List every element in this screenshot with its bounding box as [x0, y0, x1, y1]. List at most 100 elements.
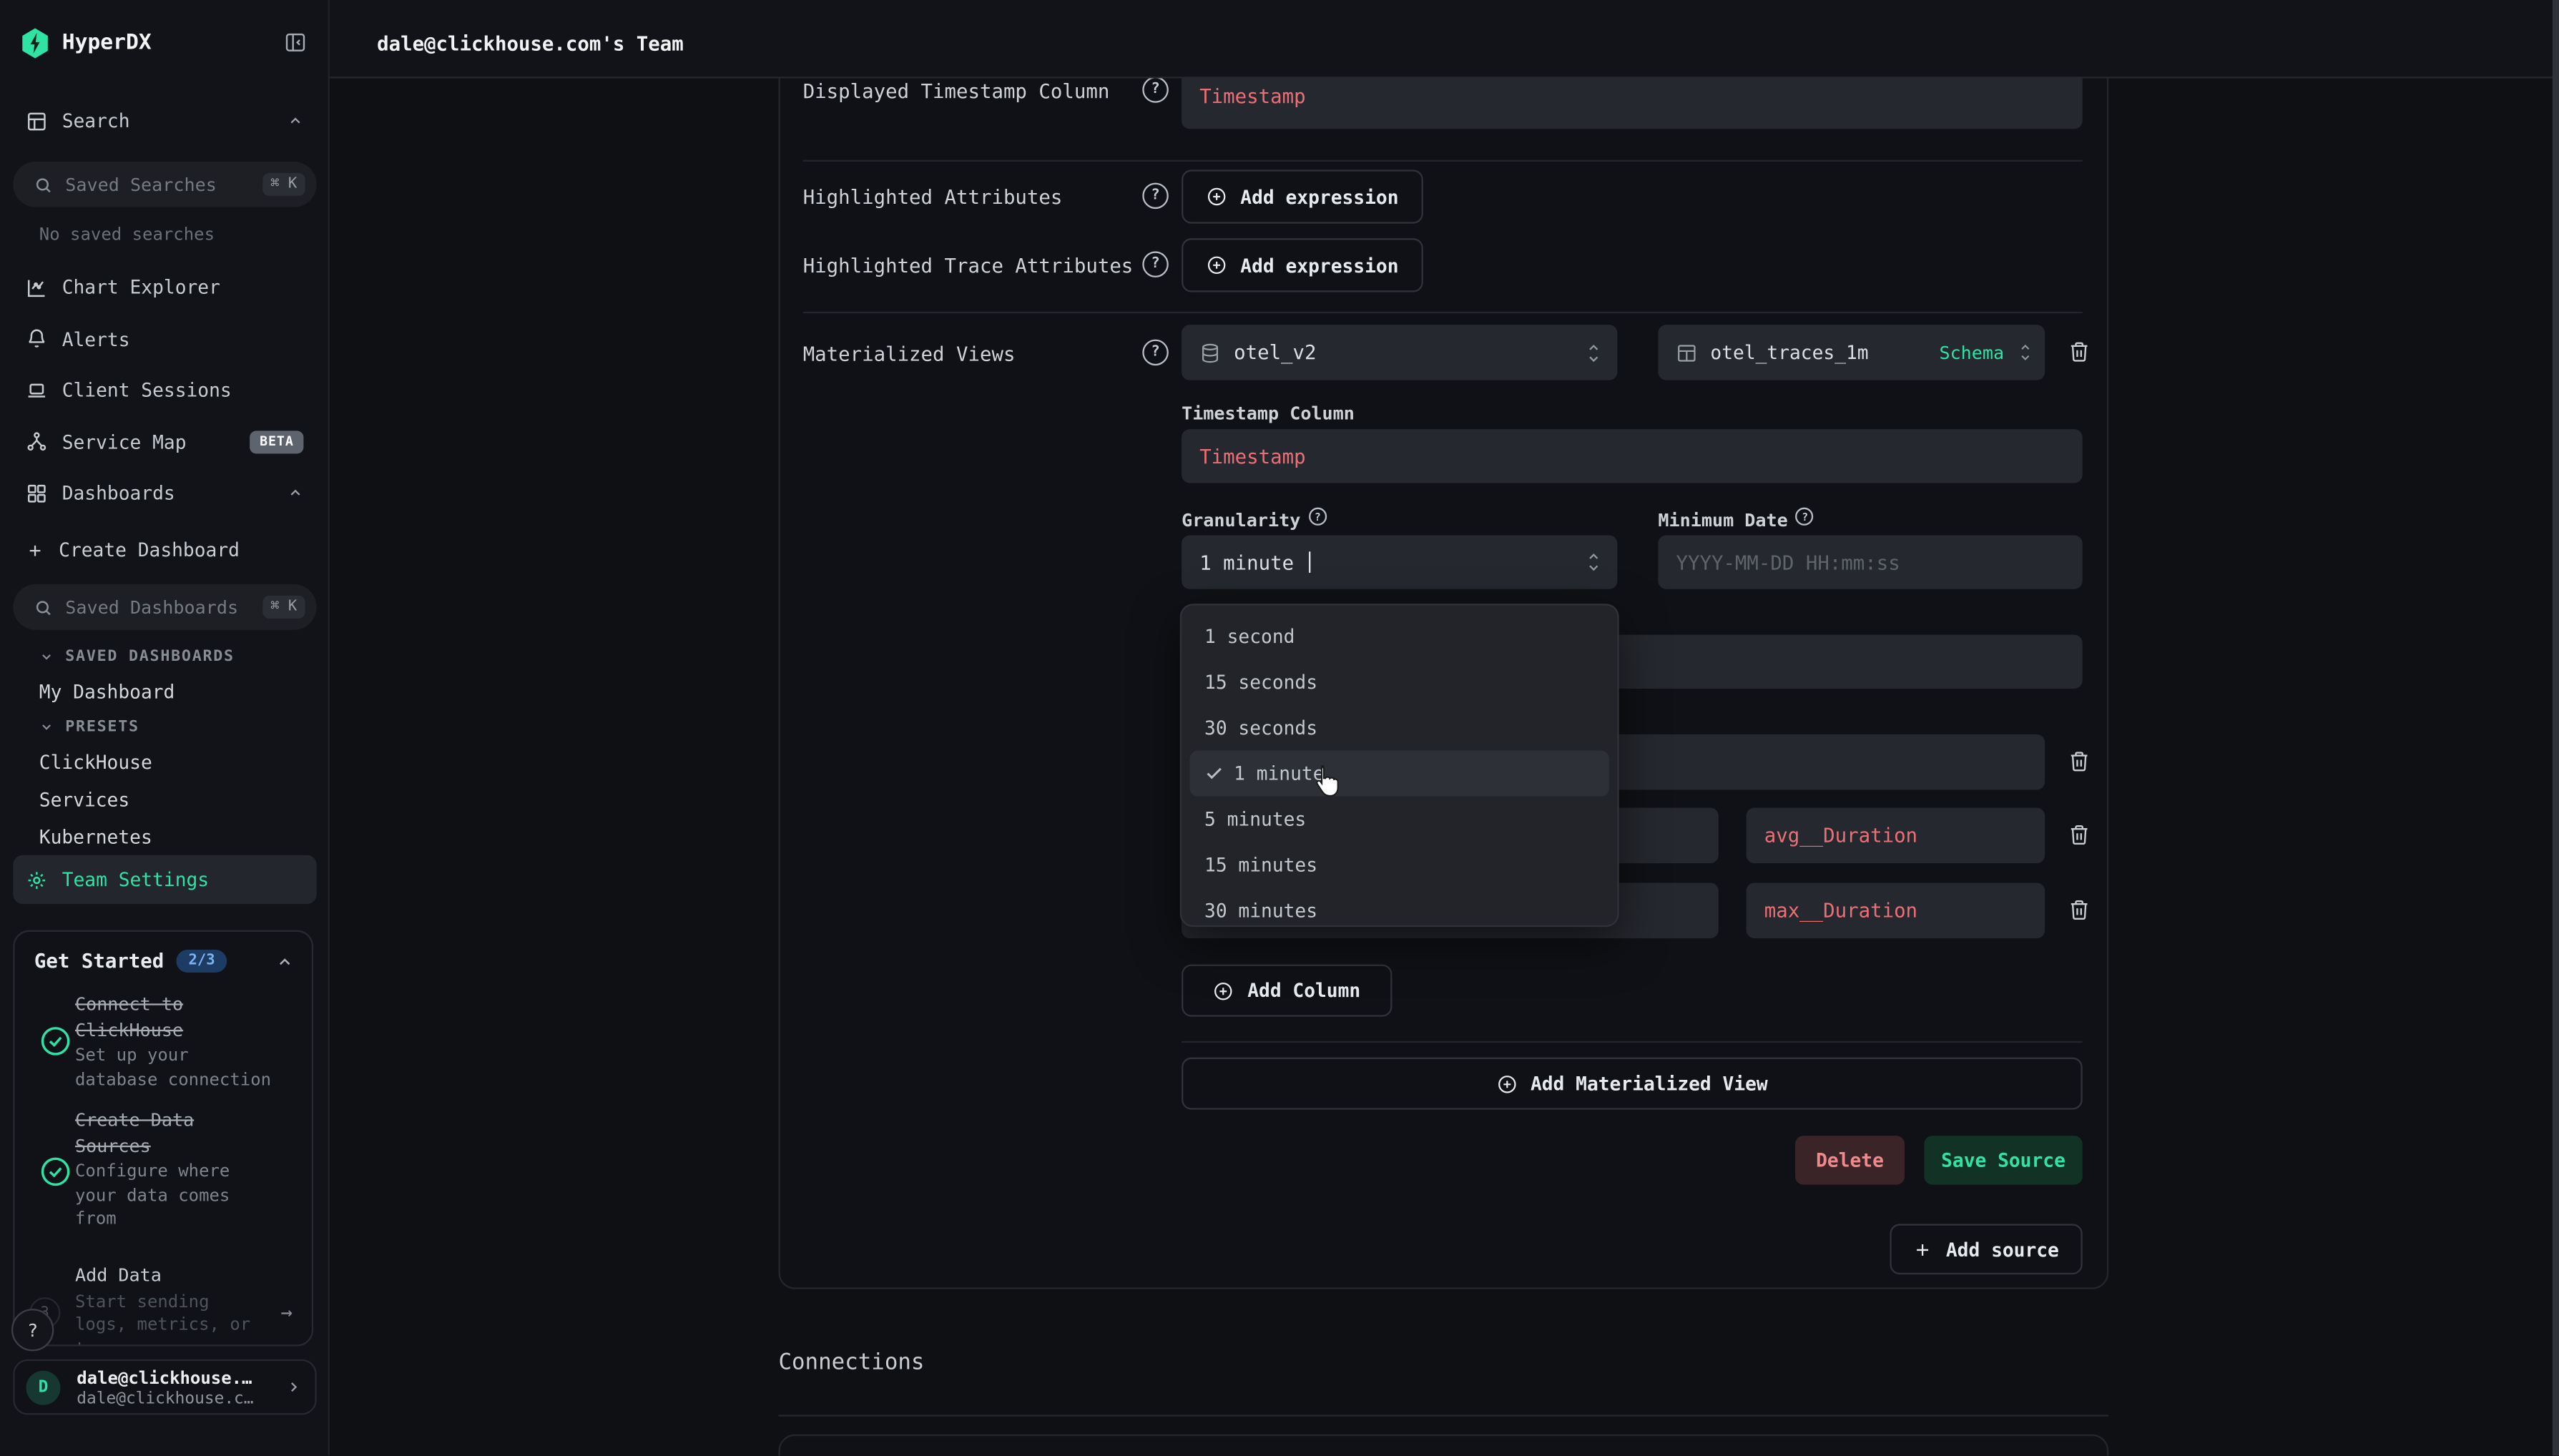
sidebar-item-team-settings[interactable]: Team Settings — [13, 855, 316, 904]
label-text: Granularity — [1182, 510, 1300, 531]
materialized-table-select[interactable]: otel_traces_1m Schema — [1658, 325, 2045, 380]
get-started-item[interactable]: Add Data Start sending logs, metrics, or… — [75, 1263, 313, 1346]
sidebar-item-clickhouse[interactable]: ClickHouse — [39, 751, 152, 774]
saved-dashboards-section-header[interactable]: SAVED DASHBOARDS — [39, 648, 235, 666]
sidebar-item-alerts[interactable]: Alerts — [13, 318, 316, 360]
timestamp-column-input[interactable]: Timestamp — [1182, 429, 2083, 483]
chevron-up-icon — [288, 485, 304, 501]
check-circle-icon — [39, 1156, 72, 1189]
schema-badge[interactable]: Schema — [1939, 342, 2004, 363]
chevron-up-icon[interactable] — [276, 953, 294, 971]
dropdown-option[interactable]: 5 minutes — [1189, 797, 1608, 842]
input-value: Timestamp — [1199, 445, 1305, 468]
dropdown-option[interactable]: 15 minutes — [1189, 842, 1608, 887]
presets-section-header[interactable]: PRESETS — [39, 718, 139, 736]
search-icon — [34, 175, 52, 193]
displayed-timestamp-label: Displayed Timestamp Column — [803, 80, 1110, 103]
user-menu[interactable]: D dale@clickhouse.… dale@clickhouse.c… — [13, 1359, 316, 1415]
dropdown-option-selected[interactable]: 1 minute — [1189, 751, 1608, 797]
materialized-view-select[interactable]: otel_v2 — [1182, 325, 1617, 380]
saved-dashboards-input[interactable]: Saved Dashboards ⌘ K — [13, 584, 316, 630]
step-desc: Start sending logs, metrics, or traces — [75, 1290, 313, 1347]
sidebar-item-label: Search — [62, 109, 130, 132]
chevron-right-icon — [285, 1379, 302, 1395]
sidebar-item-client-sessions[interactable]: Client Sessions — [13, 369, 316, 411]
sidebar-item-dashboards[interactable]: Dashboards — [13, 471, 316, 513]
create-dashboard-button[interactable]: Create Dashboard — [13, 528, 316, 571]
dropdown-option[interactable]: 15 seconds — [1189, 659, 1608, 705]
help-glyph: ? — [1151, 187, 1159, 204]
help-button[interactable]: ? — [11, 1309, 54, 1351]
granularity-select[interactable]: 1 minute — [1182, 535, 1617, 589]
divider — [1182, 1041, 2083, 1043]
step-title: Create Data Sources — [75, 1108, 313, 1159]
plus-circle-icon — [1206, 186, 1227, 207]
button-label: Add expression — [1240, 185, 1398, 208]
help-icon[interactable]: ? — [1796, 508, 1814, 526]
main-content: Displayed Timestamp Column ? Timestamp H… — [330, 79, 2559, 1456]
add-materialized-view-button[interactable]: Add Materialized View — [1182, 1058, 2083, 1110]
help-icon[interactable]: ? — [1309, 508, 1327, 526]
divider — [803, 312, 2083, 313]
step-title: Add Data — [75, 1263, 313, 1288]
dropdown-option[interactable]: 1 second — [1189, 614, 1608, 659]
dropdown-option[interactable]: 30 minutes — [1189, 887, 1608, 933]
minimum-date-input[interactable]: YYYY-MM-DD HH:mm:ss — [1658, 535, 2082, 589]
add-column-button[interactable]: Add Column — [1182, 965, 1392, 1017]
delete-materialized-view-icon[interactable] — [2068, 340, 2091, 364]
sidebar-item-service-map[interactable]: Service Map BETA — [13, 420, 316, 463]
user-name: dale@clickhouse.… — [77, 1369, 252, 1389]
save-source-button[interactable]: Save Source — [1924, 1136, 2082, 1184]
hyperdx-logo-icon — [21, 27, 49, 58]
avatar: D — [26, 1371, 61, 1405]
step-title: Connect to ClickHouse — [75, 992, 313, 1043]
laptop-icon — [26, 380, 48, 401]
column-name-input[interactable]: max__Duration — [1747, 883, 2045, 939]
sidebar-item-search[interactable]: Search — [13, 99, 316, 142]
sidebar-item-label: Alerts — [62, 328, 130, 350]
dashboards-icon — [26, 482, 48, 503]
column-name-input[interactable]: avg__Duration — [1747, 808, 2045, 864]
sidebar-item-services[interactable]: Services — [39, 788, 129, 811]
topbar: dale@clickhouse.com's Team — [330, 0, 2559, 79]
input-value: max__Duration — [1764, 899, 1917, 922]
page-title: dale@clickhouse.com's Team — [377, 33, 684, 56]
displayed-timestamp-input[interactable]: Timestamp — [1182, 79, 2083, 129]
divider — [803, 160, 2083, 162]
sidebar-item-my-dashboard[interactable]: My Dashboard — [39, 681, 175, 704]
help-icon[interactable]: ? — [1142, 79, 1169, 103]
team-settings-label: Team Settings — [62, 868, 209, 891]
help-icon[interactable]: ? — [1142, 340, 1169, 366]
create-dashboard-label: Create Dashboard — [59, 538, 240, 561]
sidebar-item-kubernetes[interactable]: Kubernetes — [39, 826, 152, 849]
search-section-icon — [26, 110, 48, 132]
get-started-item[interactable]: Create Data Sources Configure where your… — [75, 1108, 313, 1231]
sidebar-item-label: Client Sessions — [62, 378, 232, 401]
brand: HyperDX — [21, 23, 152, 62]
saved-searches-input[interactable]: Saved Searches ⌘ K — [13, 162, 316, 207]
delete-column-icon[interactable] — [2068, 897, 2091, 922]
check-circle-icon — [39, 1025, 72, 1058]
get-started-header[interactable]: Get Started 2/3 — [34, 950, 227, 973]
add-expression-button[interactable]: Add expression — [1182, 169, 1423, 223]
scrollbar[interactable] — [2553, 0, 2559, 1455]
add-expression-button[interactable]: Add expression — [1182, 238, 1423, 292]
delete-column-icon[interactable] — [2068, 822, 2091, 847]
delete-column-icon[interactable] — [2068, 749, 2091, 773]
collapse-sidebar-icon[interactable] — [284, 31, 307, 54]
dropdown-option[interactable]: 30 seconds — [1189, 705, 1608, 751]
help-icon[interactable]: ? — [1142, 251, 1169, 277]
minimum-date-label: Minimum Date? — [1658, 508, 1814, 531]
user-email: dale@clickhouse.c… — [77, 1390, 253, 1408]
help-icon[interactable]: ? — [1142, 183, 1169, 210]
select-value: otel_v2 — [1234, 341, 1316, 364]
add-source-button[interactable]: Add source — [1890, 1224, 2082, 1274]
materialized-views-label: Materialized Views — [803, 343, 1016, 365]
app-root: HyperDX Search Saved Searches ⌘ K No sav… — [0, 0, 2559, 1455]
get-started-item[interactable]: Connect to ClickHouse Set up your databa… — [75, 992, 313, 1091]
chart-explorer-icon — [26, 277, 48, 298]
sidebar-item-chart-explorer[interactable]: Chart Explorer — [13, 266, 316, 308]
database-icon — [1199, 342, 1221, 363]
delete-source-button[interactable]: Delete — [1795, 1136, 1905, 1184]
granularity-dropdown: 1 second 15 seconds 30 seconds 1 minute … — [1180, 604, 1619, 927]
